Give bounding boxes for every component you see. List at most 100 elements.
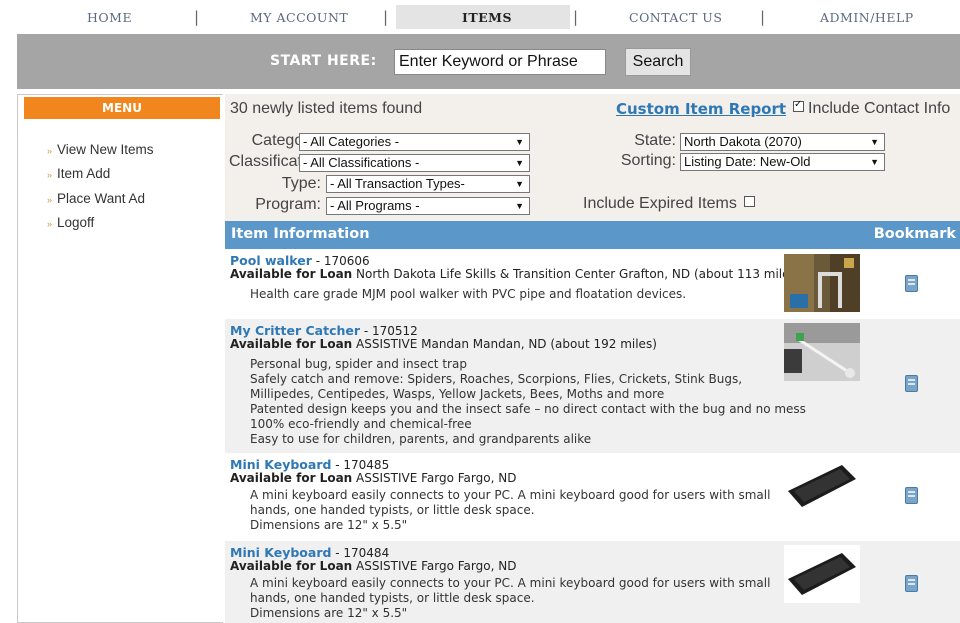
nav-separator: | — [760, 8, 766, 26]
item-title-link[interactable]: Mini Keyboard — [230, 545, 331, 560]
item-thumbnail[interactable] — [784, 545, 860, 603]
item-information-header: Item Information — [231, 226, 370, 242]
bookmark-icon[interactable] — [905, 375, 918, 392]
item-thumbnail[interactable] — [784, 457, 860, 515]
item-availability: Available for Loan North Dakota Life Ski… — [230, 267, 800, 281]
custom-item-report-link[interactable]: Custom Item Report — [616, 100, 786, 118]
type-select-value: - All Transaction Types- — [330, 176, 465, 191]
item-description-line: A mini keyboard easily connects to your … — [250, 488, 771, 502]
item-description: Health care grade MJM pool walker with P… — [250, 287, 686, 302]
top-nav: HOME | MY ACCOUNT | ITEMS | CONTACT US |… — [0, 0, 960, 34]
include-expired-checkbox[interactable] — [744, 196, 756, 207]
bullet-icon: » — [47, 219, 53, 229]
nav-my-account[interactable]: MY ACCOUNT — [250, 10, 348, 25]
sorting-select[interactable]: Listing Date: New-Old ▼ — [680, 153, 885, 171]
nav-admin-help[interactable]: ADMIN/HELP — [820, 10, 914, 25]
state-select-value: North Dakota (2070) — [684, 134, 802, 149]
item-title-line: Mini Keyboard - 170484 — [230, 545, 389, 560]
sidebar-item-label: View New Items — [57, 142, 154, 157]
nav-separator: | — [383, 8, 389, 26]
type-label: Type: — [281, 175, 321, 192]
sidebar-item-label: Item Add — [57, 166, 111, 181]
table-row: Mini Keyboard - 170484 Available for Loa… — [225, 541, 960, 623]
item-location: North Dakota Life Skills & Transition Ce… — [352, 267, 801, 281]
classification-select-value: - All Classifications - — [303, 155, 420, 170]
item-id: - 170512 — [360, 324, 418, 338]
item-description-line: Personal bug, spider and insect trap — [250, 357, 467, 371]
mini-keyboard-image — [784, 545, 860, 603]
item-description-line: 100% eco-friendly and chemical-free — [250, 417, 472, 431]
sidebar-item-view-new-items[interactable]: » View New Items — [47, 142, 154, 157]
pool-walker-image — [784, 254, 860, 312]
sidebar-item-label: Place Want Ad — [57, 191, 146, 206]
dropdown-arrow-icon: ▼ — [870, 157, 879, 167]
item-id: - 170606 — [311, 254, 370, 268]
results-count: 30 newly listed items found — [230, 100, 423, 117]
item-status: Available for Loan — [230, 471, 353, 485]
results-table-header: Item Information Bookmark — [225, 221, 960, 249]
item-title-link[interactable]: Pool walker — [230, 253, 312, 268]
category-select-value: - All Categories - — [303, 134, 400, 149]
bookmark-icon[interactable] — [905, 575, 918, 592]
bookmark-icon[interactable] — [905, 275, 918, 292]
sorting-select-value: Listing Date: New-Old — [684, 154, 811, 169]
bookmark-header: Bookmark — [873, 226, 956, 242]
sidebar-item-item-add[interactable]: » Item Add — [47, 166, 110, 181]
type-select[interactable]: - All Transaction Types- ▼ — [326, 175, 530, 193]
item-status: Available for Loan — [230, 267, 353, 281]
item-status: Available for Loan — [230, 337, 353, 351]
include-expired-items[interactable]: Include Expired Items — [583, 195, 756, 213]
keyword-search-value: Enter Keyword or Phrase — [399, 53, 578, 70]
item-description-line: Patented design keeps you and the insect… — [250, 402, 806, 416]
bookmark-icon[interactable] — [905, 487, 918, 504]
state-select[interactable]: North Dakota (2070) ▼ — [680, 133, 885, 151]
bullet-icon: » — [47, 195, 53, 205]
program-select[interactable]: - All Programs - ▼ — [326, 197, 530, 215]
table-row: Pool walker - 170606 Available for Loan … — [225, 249, 960, 319]
table-row: Mini Keyboard - 170485 Available for Loa… — [225, 453, 960, 541]
nav-items[interactable]: ITEMS — [462, 10, 512, 25]
critter-catcher-image — [784, 323, 860, 381]
item-title-line: My Critter Catcher - 170512 — [230, 323, 418, 338]
mini-keyboard-image — [784, 457, 860, 515]
search-button[interactable]: Search — [625, 48, 691, 76]
program-select-value: - All Programs - — [330, 198, 420, 213]
item-location: ASSISTIVE Fargo Fargo, ND — [352, 471, 517, 485]
nav-contact-us[interactable]: CONTACT US — [629, 10, 722, 25]
item-description: A mini keyboard easily connects to your … — [250, 488, 770, 533]
sidebar-item-place-want-ad[interactable]: » Place Want Ad — [47, 191, 145, 206]
item-id: - 170484 — [331, 546, 390, 560]
item-title-link[interactable]: My Critter Catcher — [230, 323, 360, 338]
item-title-line: Mini Keyboard - 170485 — [230, 457, 389, 472]
item-title-link[interactable]: Mini Keyboard — [230, 457, 331, 472]
dropdown-arrow-icon: ▼ — [515, 201, 524, 211]
bullet-icon: » — [47, 170, 53, 180]
item-availability: Available for Loan ASSISTIVE Fargo Fargo… — [230, 559, 516, 573]
nav-home[interactable]: HOME — [87, 10, 132, 25]
sorting-label: Sorting: — [620, 152, 676, 169]
item-description-line: hands, one handed typists, or little des… — [250, 503, 535, 517]
item-description-line: Millipedes, Centipedes, Wasps, Yellow Ja… — [250, 387, 665, 401]
item-availability: Available for Loan ASSISTIVE Fargo Fargo… — [230, 471, 516, 485]
item-description-line: A mini keyboard easily connects to your … — [250, 576, 771, 590]
item-thumbnail[interactable] — [784, 254, 860, 312]
start-here-label: START HERE: — [270, 53, 377, 69]
item-description: A mini keyboard easily connects to your … — [250, 576, 770, 621]
include-contact-checkbox[interactable] — [793, 99, 804, 112]
bullet-icon: » — [47, 146, 53, 156]
classification-select[interactable]: - All Classifications - ▼ — [299, 154, 530, 172]
item-status: Available for Loan — [230, 559, 353, 573]
classification-label: Classification: — [229, 153, 328, 170]
sidebar-item-logoff[interactable]: » Logoff — [47, 215, 94, 230]
nav-separator: | — [194, 8, 200, 26]
include-contact-info[interactable]: Include Contact Info — [793, 99, 950, 118]
item-id: - 170485 — [331, 458, 390, 472]
menu-header: MENU — [24, 97, 220, 119]
dropdown-arrow-icon: ▼ — [515, 137, 524, 147]
item-thumbnail[interactable] — [784, 323, 860, 381]
dropdown-arrow-icon: ▼ — [870, 137, 879, 147]
category-select[interactable]: - All Categories - ▼ — [299, 133, 530, 151]
keyword-search-input[interactable]: Enter Keyword or Phrase — [394, 49, 606, 75]
item-description-line: hands, one handed typists, or little des… — [250, 591, 535, 605]
item-location: ASSISTIVE Fargo Fargo, ND — [352, 559, 517, 573]
